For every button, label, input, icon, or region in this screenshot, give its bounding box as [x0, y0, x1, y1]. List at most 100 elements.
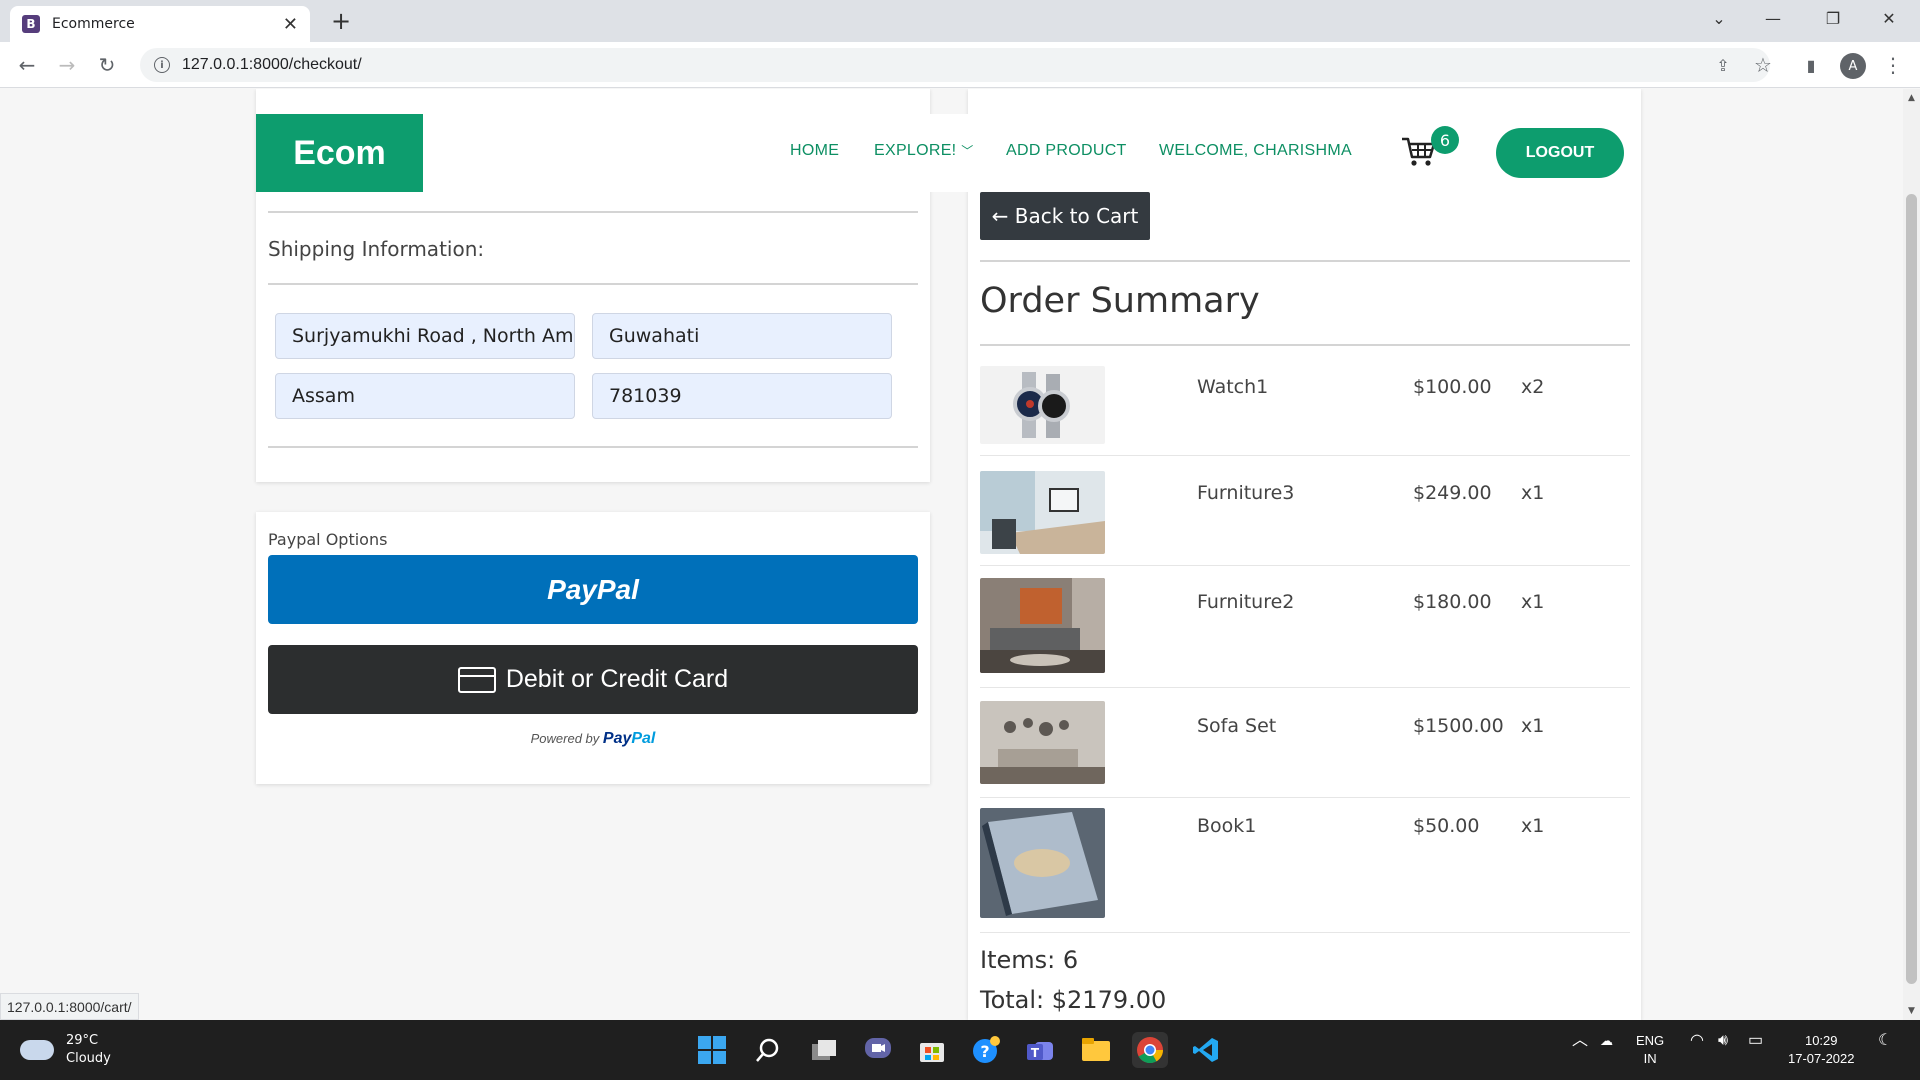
windows-taskbar: 29°C Cloudy ? T ︿ ☁ ENG IN ◠ 🔊︎ ▭ 10:29	[0, 1020, 1920, 1080]
back-to-cart-button[interactable]: ← Back to Cart	[980, 192, 1150, 240]
item-name: Furniture2	[1197, 591, 1295, 613]
restore-icon[interactable]: ❐	[1810, 6, 1856, 32]
menu-dots-icon[interactable]: ⋮	[1878, 50, 1908, 80]
order-item-row: Furniture3 $249.00 x1	[980, 456, 1630, 566]
reload-icon[interactable]: ↻	[92, 50, 122, 80]
order-item-row: Furniture2 $180.00 x1	[980, 566, 1630, 688]
language-indicator[interactable]: ENG IN	[1636, 1032, 1664, 1068]
new-tab-icon[interactable]: +	[326, 6, 356, 36]
credit-card-icon	[457, 666, 496, 693]
nav-home[interactable]: HOME	[790, 142, 839, 160]
powered-by-text: Powered by	[530, 731, 600, 746]
item-price: $1500.00	[1413, 715, 1504, 737]
help-icon[interactable]: ?	[968, 1032, 1004, 1068]
status-bar-url: 127.0.0.1:8000/cart/	[0, 993, 139, 1020]
vscode-icon[interactable]	[1188, 1032, 1224, 1068]
scroll-up-icon[interactable]: ▲	[1903, 93, 1920, 103]
chevron-up-icon[interactable]: ︿	[1572, 1032, 1588, 1050]
weather-widget[interactable]: 29°C Cloudy	[20, 1032, 111, 1068]
city-field[interactable]: Guwahati	[592, 313, 892, 359]
paypal-logo: PayPal	[603, 730, 655, 747]
svg-text:T: T	[1031, 1046, 1040, 1060]
shipping-title: Shipping Information:	[268, 237, 485, 261]
item-price: $180.00	[1413, 591, 1492, 613]
store-icon[interactable]	[914, 1032, 950, 1068]
profile-avatar[interactable]: A	[1840, 53, 1866, 79]
furniture-product-image	[980, 471, 1105, 554]
order-summary-card: ← Back to Cart Order Summary Watch1 $100…	[968, 89, 1641, 1020]
item-quantity: x1	[1521, 591, 1545, 613]
sofa-product-image	[980, 701, 1105, 784]
nav-add-product[interactable]: ADD PRODUCT	[1006, 142, 1127, 160]
items-count: Items: 6	[980, 946, 1079, 974]
clock[interactable]: 10:29 17-07-2022	[1788, 1032, 1855, 1068]
address-bar[interactable]: i 127.0.0.1:8000/checkout/	[140, 48, 1770, 82]
zipcode-field[interactable]: 781039	[592, 373, 892, 419]
divider	[980, 260, 1630, 262]
item-price: $50.00	[1413, 815, 1480, 837]
item-name: Watch1	[1197, 376, 1269, 398]
tab-close-icon[interactable]: ✕	[283, 14, 298, 35]
item-name: Furniture3	[1197, 482, 1295, 504]
onedrive-cloud-icon[interactable]: ☁	[1600, 1032, 1613, 1050]
focus-moon-icon[interactable]: ☾	[1878, 1032, 1892, 1050]
wifi-icon[interactable]: ◠	[1690, 1032, 1704, 1050]
item-quantity: x1	[1521, 715, 1545, 737]
debit-credit-card-button[interactable]: Debit or Credit Card	[268, 645, 918, 714]
powered-by-paypal: Powered by PayPal	[256, 730, 930, 748]
address-field[interactable]: Surjyamukhi Road , North Amingaon	[275, 313, 575, 359]
cloud-icon	[20, 1040, 54, 1060]
volume-icon[interactable]: 🔊︎	[1718, 1032, 1728, 1050]
task-view-icon[interactable]	[806, 1032, 842, 1068]
divider	[980, 344, 1630, 346]
browser-tab[interactable]: B Ecommerce ✕	[10, 6, 310, 42]
chrome-icon[interactable]	[1132, 1032, 1168, 1068]
site-info-icon[interactable]: i	[154, 57, 170, 73]
url-text: 127.0.0.1:8000/checkout/	[182, 56, 362, 73]
site-navbar: Ecom HOME EXPLORE! ﹀ ADD PRODUCT WELCOME…	[256, 114, 1641, 192]
side-panel-icon[interactable]: ▮	[1796, 50, 1826, 80]
scroll-down-icon[interactable]: ▼	[1903, 1006, 1920, 1016]
minimize-icon[interactable]: —	[1750, 6, 1796, 32]
chat-icon[interactable]	[860, 1032, 896, 1068]
brand-logo[interactable]: Ecom	[256, 114, 423, 192]
close-window-icon[interactable]: ✕	[1866, 6, 1912, 32]
item-price: $249.00	[1413, 482, 1492, 504]
chevron-down-icon: ﹀	[961, 144, 974, 158]
tab-search-icon[interactable]: ⌄	[1696, 6, 1742, 32]
battery-icon[interactable]: ▭	[1748, 1032, 1763, 1050]
paypal-options-label: Paypal Options	[268, 530, 388, 549]
scrollbar-thumb[interactable]	[1906, 194, 1917, 984]
forward-arrow-icon[interactable]: →	[52, 50, 82, 80]
tab-title: Ecommerce	[52, 16, 135, 32]
paypal-button[interactable]: PayPal	[268, 555, 918, 624]
clock-time: 10:29	[1804, 1033, 1838, 1048]
nav-welcome[interactable]: WELCOME, CHARISHMA	[1159, 142, 1352, 160]
logout-button[interactable]: LOGOUT	[1496, 128, 1624, 178]
file-explorer-icon[interactable]	[1078, 1032, 1114, 1068]
back-arrow-icon[interactable]: ←	[12, 50, 42, 80]
share-icon[interactable]: ⇪	[1708, 50, 1738, 80]
order-item-row: Watch1 $100.00 x2	[980, 356, 1630, 456]
state-field[interactable]: Assam	[275, 373, 575, 419]
region-code: IN	[1643, 1051, 1657, 1066]
windows-start-icon[interactable]	[694, 1032, 730, 1068]
order-item-row: Sofa Set $1500.00 x1	[980, 688, 1630, 798]
browser-toolbar: ← → ↻ i 127.0.0.1:8000/checkout/ ⇪ ☆ ▮ ⋮	[0, 42, 1920, 88]
weather-condition: Cloudy	[66, 1051, 111, 1066]
divider	[268, 446, 918, 448]
order-item-row: Book1 $50.00 x1	[980, 798, 1630, 933]
watch-product-image	[980, 366, 1105, 444]
item-quantity: x1	[1521, 815, 1545, 837]
bookmark-star-icon[interactable]: ☆	[1748, 50, 1778, 80]
nav-explore[interactable]: EXPLORE! ﹀	[874, 142, 974, 160]
paypal-logo-pal: Pal	[631, 730, 656, 747]
item-name: Book1	[1197, 815, 1257, 837]
item-quantity: x1	[1521, 482, 1545, 504]
page-scrollbar[interactable]: ▲ ▼	[1903, 89, 1920, 1020]
item-quantity: x2	[1521, 376, 1545, 398]
search-icon[interactable]	[750, 1032, 786, 1068]
book-product-image	[980, 808, 1105, 918]
language-code: ENG	[1636, 1033, 1665, 1048]
teams-icon[interactable]: T	[1022, 1032, 1058, 1068]
